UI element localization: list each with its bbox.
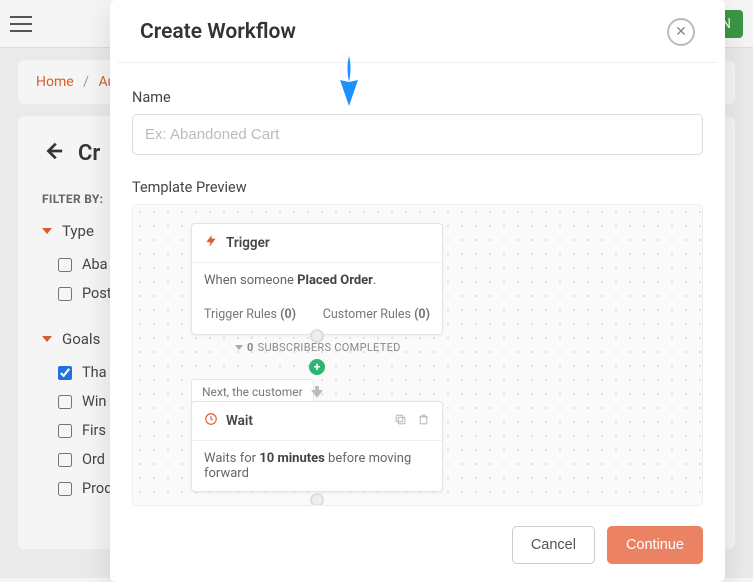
modal-body: Name Template Preview Trigger When someo… xyxy=(110,63,725,514)
count: (0) xyxy=(280,307,296,322)
workflow-name-input[interactable] xyxy=(132,114,703,155)
card-body: Waits for 10 minutes before moving forwa… xyxy=(192,441,442,491)
subscribers-completed: 0 SUBSCRIBERS COMPLETED xyxy=(235,341,401,354)
template-preview: Trigger When someone Placed Order. Trigg… xyxy=(132,204,703,506)
trash-icon[interactable] xyxy=(417,413,430,430)
count: (0) xyxy=(414,307,430,322)
text-bold: 10 minutes xyxy=(259,451,325,466)
name-label: Name xyxy=(132,89,703,106)
card-header: Wait xyxy=(192,402,442,441)
text: When someone xyxy=(204,273,297,288)
modal-footer: Cancel Continue xyxy=(110,514,725,582)
text: Waits for xyxy=(204,451,259,466)
count: 0 xyxy=(247,341,254,354)
close-button[interactable]: ✕ xyxy=(667,18,695,46)
trigger-card[interactable]: Trigger When someone Placed Order. Trigg… xyxy=(191,223,443,335)
label: Customer Rules xyxy=(323,307,411,322)
add-step-button[interactable]: + xyxy=(309,359,325,375)
card-actions xyxy=(394,413,430,430)
trigger-rules: Trigger Rules (0) xyxy=(204,307,296,322)
modal-header: Create Workflow ✕ xyxy=(118,0,717,63)
pointer-arrow-icon xyxy=(334,56,364,106)
template-preview-label: Template Preview xyxy=(132,179,703,196)
modal-title: Create Workflow xyxy=(140,20,296,44)
label: SUBSCRIBERS COMPLETED xyxy=(258,341,401,354)
continue-button[interactable]: Continue xyxy=(607,526,703,564)
customer-rules: Customer Rules (0) xyxy=(323,307,430,322)
clock-icon xyxy=(204,412,218,430)
arrow-down-icon xyxy=(311,383,323,395)
card-header: Trigger xyxy=(192,224,442,263)
cancel-button[interactable]: Cancel xyxy=(512,526,595,564)
text: . xyxy=(373,273,376,288)
card-title: Trigger xyxy=(226,235,270,251)
connector-dot-icon xyxy=(310,493,324,506)
bolt-icon xyxy=(204,234,218,252)
wait-card[interactable]: Wait Waits for 10 minutes before moving … xyxy=(191,401,443,492)
card-body: When someone Placed Order. xyxy=(192,263,442,298)
text-bold: Placed Order xyxy=(297,273,373,288)
caret-down-icon xyxy=(235,345,243,350)
copy-icon[interactable] xyxy=(394,413,407,430)
close-icon: ✕ xyxy=(675,24,687,40)
card-title: Wait xyxy=(226,413,253,429)
create-workflow-modal: Create Workflow ✕ Name Template Preview … xyxy=(110,0,725,582)
label: Trigger Rules xyxy=(204,307,277,322)
